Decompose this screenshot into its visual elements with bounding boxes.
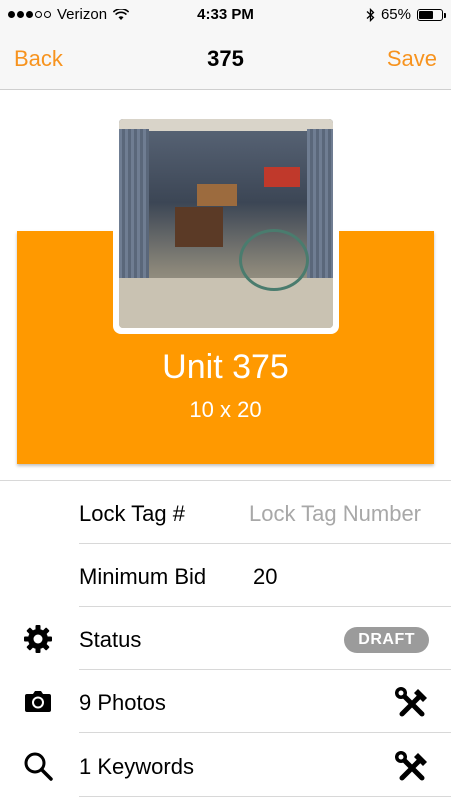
lock-tag-row[interactable]: Lock Tag # Lock Tag Number: [0, 481, 451, 544]
tools-icon[interactable]: [393, 685, 431, 723]
gear-icon: [24, 625, 52, 653]
status-bar: Verizon 4:33 PM 65%: [0, 0, 451, 30]
lock-tag-input[interactable]: Lock Tag Number: [249, 501, 421, 527]
lock-tag-label: Lock Tag #: [79, 501, 186, 526]
status-bar-right: 65%: [366, 6, 446, 23]
search-icon: [24, 752, 53, 781]
camera-icon: [25, 691, 51, 712]
minimum-bid-label: Minimum Bid: [79, 564, 207, 589]
minimum-bid-row[interactable]: Minimum Bid 20: [0, 544, 451, 607]
status-label: Status: [79, 627, 142, 652]
battery-icon: [417, 8, 446, 21]
photos-label: 9 Photos: [79, 690, 166, 715]
unit-photo[interactable]: [113, 113, 339, 334]
tools-icon[interactable]: [393, 749, 431, 787]
keywords-label: 1 Keywords: [79, 754, 194, 779]
row-divider: [79, 732, 451, 733]
photos-row[interactable]: 9 Photos: [0, 670, 451, 733]
status-row[interactable]: Status DRAFT: [0, 607, 451, 670]
bluetooth-icon: [366, 7, 375, 22]
minimum-bid-input[interactable]: 20: [253, 564, 277, 590]
keywords-row[interactable]: 1 Keywords: [0, 734, 451, 797]
page-title: 375: [207, 46, 244, 71]
storage-unit-image: [119, 119, 333, 328]
save-button[interactable]: Save: [387, 46, 437, 72]
battery-percent: 65%: [380, 6, 411, 23]
status-badge[interactable]: DRAFT: [344, 627, 429, 653]
row-divider: [79, 796, 451, 797]
unit-title: Unit 375: [162, 348, 289, 386]
unit-size: 10 x 20: [189, 397, 262, 422]
navigation-bar: Back 375 Save: [0, 30, 451, 90]
